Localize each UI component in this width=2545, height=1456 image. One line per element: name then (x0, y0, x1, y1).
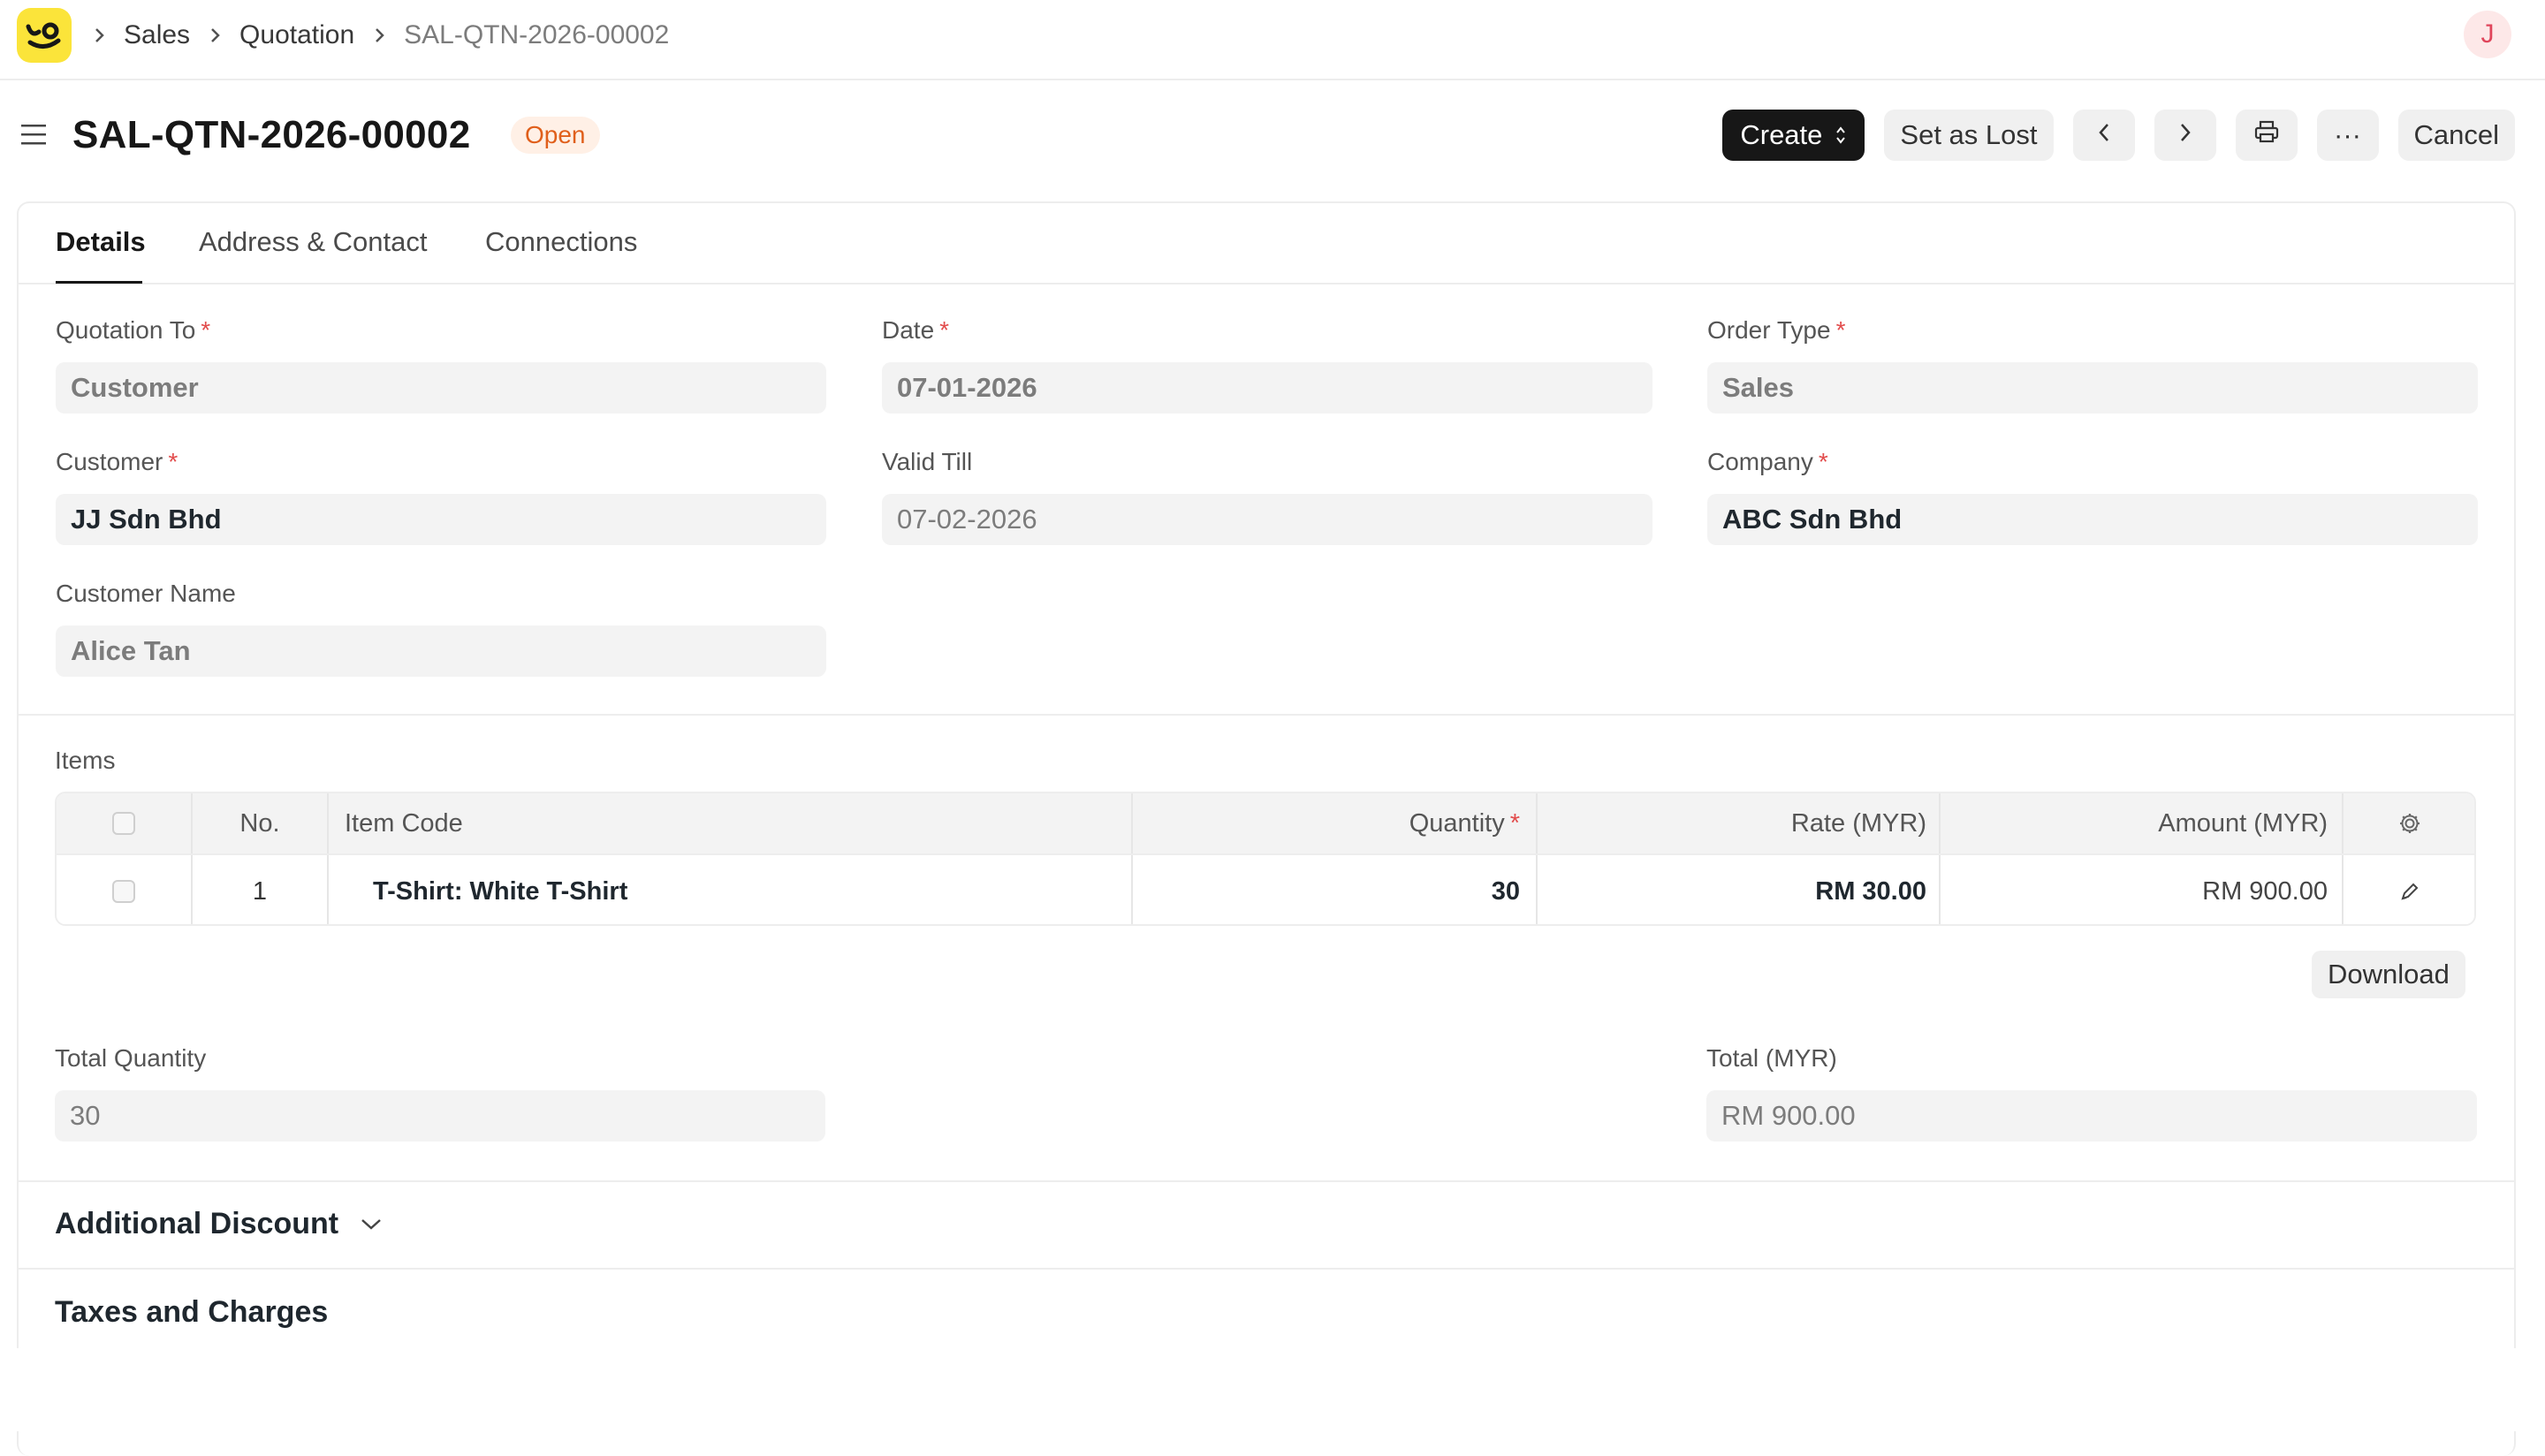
set-as-lost-button[interactable]: Set as Lost (1884, 110, 2054, 161)
taxes-charges-section[interactable]: Taxes and Charges (55, 1295, 328, 1330)
tab-connections[interactable]: Connections (485, 226, 637, 258)
column-header-no: No. (239, 808, 280, 838)
column-header-rate: Rate (MYR) (1790, 808, 1926, 838)
row-no: 1 (252, 876, 268, 906)
row-quantity[interactable]: 30 (1133, 855, 1520, 924)
chevron-right-icon (2178, 119, 2192, 151)
chevron-down-icon (360, 1217, 383, 1232)
company-field[interactable]: ABC Sdn Bhd (1707, 494, 2478, 545)
customer-label-text: Customer (56, 448, 163, 475)
quotation-to-field[interactable]: Customer (56, 362, 826, 413)
required-mark: * (201, 316, 211, 344)
column-header-quantity: Quantity * (1133, 793, 1520, 853)
items-label: Items (55, 747, 116, 774)
order-type-label: Order Type * (1707, 316, 1845, 345)
previous-button[interactable] (2072, 110, 2135, 161)
column-divider (327, 855, 329, 924)
next-button[interactable] (2154, 110, 2216, 161)
customer-label: Customer * (56, 448, 178, 476)
required-mark: * (1509, 808, 1520, 838)
updown-icon (1835, 125, 1847, 146)
total-quantity-label: Total Quantity (55, 1044, 207, 1072)
additional-discount-title: Additional Discount (55, 1207, 339, 1240)
row-select-cell (57, 855, 191, 924)
total-field[interactable]: RM 900.00 (1706, 1090, 2477, 1141)
column-header-amount: Amount (MYR) (2158, 808, 2328, 838)
chevron-left-icon (2097, 119, 2111, 151)
gear-icon[interactable] (2344, 793, 2474, 853)
navbar: Sales Quotation SAL-QTN-2026-00002 J (0, 0, 2545, 80)
taxes-charges-title: Taxes and Charges (55, 1295, 329, 1329)
more-button[interactable]: ··· (2316, 110, 2379, 161)
company-label: Company * (1707, 448, 1828, 476)
row-rate[interactable]: RM 30.00 (1538, 855, 1926, 924)
required-mark: * (1818, 448, 1828, 475)
printer-icon (2253, 119, 2280, 151)
additional-discount-section[interactable]: Additional Discount (55, 1207, 383, 1241)
date-field[interactable]: 07-01-2026 (882, 362, 1652, 413)
breadcrumb-quotation[interactable]: Quotation (239, 20, 354, 50)
tab-address-contact[interactable]: Address & Contact (199, 226, 427, 258)
order-type-field[interactable]: Sales (1707, 362, 2478, 413)
items-table: No. Item Code Quantity * Rate (MYR) Amoun… (55, 792, 2476, 926)
required-mark: * (1835, 316, 1846, 344)
row-checkbox[interactable] (112, 880, 135, 903)
create-button-label: Create (1740, 119, 1823, 150)
customer-field[interactable]: JJ Sdn Bhd (56, 494, 826, 545)
breadcrumb-sales[interactable]: Sales (124, 20, 190, 50)
cancel-button[interactable]: Cancel (2397, 110, 2515, 161)
row-item-code[interactable]: T-Shirt: White T-Shirt (373, 855, 1115, 924)
section-divider (19, 714, 2514, 716)
required-mark: * (939, 316, 950, 344)
date-label: Date * (882, 316, 949, 345)
customer-name-field[interactable]: Alice Tan (56, 626, 826, 677)
app-logo-icon[interactable] (17, 8, 72, 63)
column-header-item-code: Item Code (345, 808, 463, 838)
header-select-cell (57, 793, 191, 853)
items-table-header: No. Item Code Quantity * Rate (MYR) Amoun… (57, 793, 2474, 853)
tab-details[interactable]: Details (56, 226, 146, 258)
page-title: SAL-QTN-2026-00002 (72, 113, 471, 156)
column-header-quantity-text: Quantity (1409, 808, 1505, 838)
active-tab-indicator (56, 281, 142, 284)
total-quantity-field[interactable]: 30 (55, 1090, 825, 1141)
valid-till-field[interactable]: 07-02-2026 (882, 494, 1652, 545)
table-row[interactable]: 1 T-Shirt: White T-Shirt 30 RM 30.00 RM … (57, 853, 2474, 924)
row-amount: RM 900.00 (2202, 876, 2328, 906)
valid-till-label: Valid Till (882, 448, 973, 475)
section-divider (17, 1180, 2516, 1182)
quotation-to-label-text: Quotation To (56, 316, 196, 344)
chevron-right-icon (94, 27, 106, 44)
section-divider (17, 1268, 2516, 1270)
status-badge: Open (511, 117, 600, 154)
company-label-text: Company (1707, 448, 1813, 475)
breadcrumb-current[interactable]: SAL-QTN-2026-00002 (404, 20, 669, 50)
order-type-label-text: Order Type (1707, 316, 1831, 344)
chevron-right-icon (374, 27, 386, 44)
header-actions: Create Set as Lost ··· Cancel (1722, 110, 2515, 161)
create-button[interactable]: Create (1722, 110, 1865, 161)
page-header: SAL-QTN-2026-00002 Open Create Set as Lo… (0, 81, 2545, 196)
form-tabs: Details Address & Contact Connections (19, 203, 2514, 284)
breadcrumb: Sales Quotation SAL-QTN-2026-00002 (94, 18, 688, 53)
chevron-right-icon (209, 27, 222, 44)
column-divider (327, 793, 329, 853)
hamburger-icon[interactable] (19, 122, 48, 147)
pencil-icon[interactable] (2344, 855, 2474, 924)
avatar[interactable]: J (2464, 11, 2511, 58)
quotation-to-label: Quotation To * (56, 316, 210, 345)
customer-name-label: Customer Name (56, 580, 236, 607)
print-button[interactable] (2235, 110, 2298, 161)
select-all-checkbox[interactable] (112, 812, 135, 835)
total-label: Total (MYR) (1706, 1044, 1837, 1072)
date-label-text: Date (882, 316, 935, 344)
download-button[interactable]: Download (2312, 951, 2465, 998)
page-bottom-whitespace (0, 1348, 2545, 1431)
required-mark: * (168, 448, 179, 475)
